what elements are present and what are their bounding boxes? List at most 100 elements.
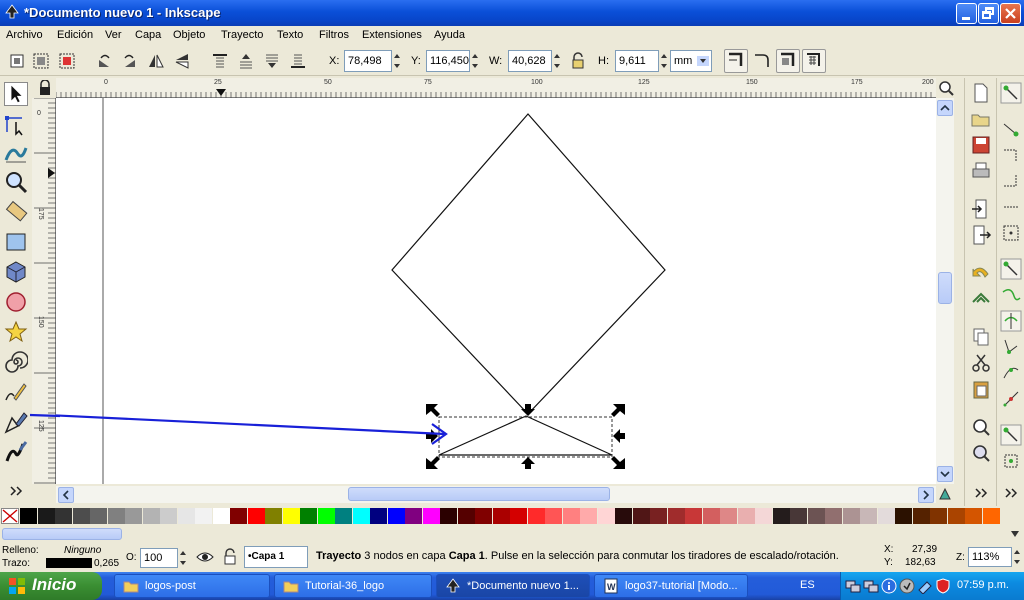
color-swatch[interactable] bbox=[632, 508, 650, 524]
box3d-tool-icon[interactable] bbox=[4, 260, 28, 284]
snap-enable-icon[interactable] bbox=[1000, 82, 1022, 104]
palette-menu-icon[interactable] bbox=[1008, 528, 1022, 540]
y-input[interactable]: 116,450 bbox=[426, 50, 470, 72]
undo-icon[interactable] bbox=[970, 262, 992, 284]
zoom-fit-icon[interactable] bbox=[938, 80, 954, 96]
paste-icon[interactable] bbox=[970, 378, 992, 400]
start-button[interactable]: Inicio bbox=[0, 572, 102, 600]
color-swatch[interactable] bbox=[300, 508, 317, 524]
color-swatch[interactable] bbox=[860, 508, 877, 524]
select-all-icon[interactable] bbox=[8, 52, 26, 70]
color-swatch[interactable] bbox=[737, 508, 755, 524]
task-tutorial-36-logo[interactable]: Tutorial-36_logo bbox=[274, 574, 432, 598]
color-swatch[interactable] bbox=[947, 508, 965, 524]
color-swatch[interactable] bbox=[37, 508, 55, 524]
color-swatch[interactable] bbox=[317, 508, 335, 524]
deselect-icon[interactable] bbox=[58, 52, 76, 70]
snap-nodes-icon[interactable] bbox=[1000, 258, 1022, 280]
tweak-tool-icon[interactable] bbox=[4, 140, 28, 164]
ellipse-tool-icon[interactable] bbox=[4, 290, 28, 314]
color-swatch[interactable] bbox=[247, 508, 265, 524]
antivirus-icon[interactable] bbox=[899, 578, 915, 594]
flip-horizontal-icon[interactable] bbox=[147, 52, 165, 70]
vertical-ruler[interactable]: 0 175 150 125 bbox=[32, 98, 56, 484]
scroll-right-button[interactable] bbox=[918, 487, 934, 503]
star-tool-icon[interactable] bbox=[4, 320, 28, 344]
more-tools-icon[interactable] bbox=[10, 486, 24, 496]
import-icon[interactable] bbox=[970, 198, 992, 220]
horizontal-ruler[interactable]: 0 25 50 75 100 125 150 175 200 bbox=[56, 78, 936, 98]
horizontal-scroll-thumb[interactable] bbox=[348, 487, 610, 501]
snap-bbox-center-icon[interactable] bbox=[1000, 222, 1022, 244]
color-swatch[interactable] bbox=[90, 508, 107, 524]
color-swatch[interactable] bbox=[790, 508, 807, 524]
color-swatch[interactable] bbox=[422, 508, 440, 524]
color-swatch[interactable] bbox=[370, 508, 387, 524]
lower-icon[interactable] bbox=[263, 52, 281, 70]
copy-icon[interactable] bbox=[970, 326, 992, 348]
spiral-tool-icon[interactable] bbox=[4, 350, 28, 374]
minimize-button[interactable] bbox=[956, 3, 977, 24]
color-swatch[interactable] bbox=[142, 508, 160, 524]
h-spin-arrows-icon[interactable] bbox=[659, 50, 669, 72]
color-swatch[interactable] bbox=[212, 508, 230, 524]
color-swatch[interactable] bbox=[667, 508, 685, 524]
color-swatch[interactable] bbox=[877, 508, 895, 524]
task-word-document[interactable]: W logo37-tutorial [Modo... bbox=[594, 574, 748, 598]
color-swatch[interactable] bbox=[72, 508, 90, 524]
selector-tool-icon[interactable] bbox=[4, 82, 28, 106]
snap-paths-icon[interactable] bbox=[1000, 284, 1022, 306]
task-logos-post[interactable]: logos-post bbox=[114, 574, 270, 598]
rotate-cw-icon[interactable] bbox=[121, 52, 139, 70]
palette-scrollbar[interactable] bbox=[0, 526, 1024, 542]
redo-icon[interactable] bbox=[970, 288, 992, 310]
cut-icon[interactable] bbox=[970, 352, 992, 374]
color-swatch[interactable] bbox=[55, 508, 72, 524]
move-gradients-toggle[interactable] bbox=[776, 49, 800, 73]
color-swatch[interactable] bbox=[615, 508, 632, 524]
color-swatch[interactable] bbox=[440, 508, 457, 524]
scroll-down-button[interactable] bbox=[937, 466, 953, 482]
scale-corners-toggle[interactable] bbox=[750, 49, 774, 73]
color-swatch[interactable] bbox=[387, 508, 405, 524]
color-swatch[interactable] bbox=[930, 508, 947, 524]
color-swatch[interactable] bbox=[825, 508, 842, 524]
move-patterns-toggle[interactable] bbox=[802, 49, 826, 73]
zoom-input[interactable]: 113% bbox=[968, 547, 1012, 567]
raise-to-top-icon[interactable] bbox=[211, 52, 229, 70]
color-swatch[interactable] bbox=[527, 508, 545, 524]
color-swatch[interactable] bbox=[562, 508, 580, 524]
color-swatch[interactable] bbox=[545, 508, 562, 524]
x-input[interactable]: 78,498 bbox=[344, 50, 392, 72]
network-icon[interactable] bbox=[863, 578, 879, 594]
w-input[interactable]: 40,628 bbox=[508, 50, 552, 72]
color-swatch[interactable] bbox=[475, 508, 492, 524]
color-swatch[interactable] bbox=[510, 508, 527, 524]
lower-to-bottom-icon[interactable] bbox=[289, 52, 307, 70]
selection-handles[interactable] bbox=[426, 404, 625, 469]
color-swatch[interactable] bbox=[912, 508, 930, 524]
x-spin-arrows-icon[interactable] bbox=[392, 50, 402, 72]
snap-rotation-center-icon[interactable] bbox=[1000, 450, 1022, 472]
menu-edicion[interactable]: Edición bbox=[57, 29, 93, 41]
color-swatch[interactable] bbox=[720, 508, 737, 524]
more-commands-icon[interactable] bbox=[975, 488, 989, 498]
pen-tool-icon[interactable] bbox=[4, 410, 28, 434]
task-inkscape[interactable]: *Documento nuevo 1... bbox=[436, 574, 590, 598]
horizontal-scrollbar[interactable] bbox=[56, 486, 936, 503]
menu-filtros[interactable]: Filtros bbox=[319, 29, 349, 41]
maximize-button[interactable] bbox=[978, 3, 999, 24]
layer-lock-icon[interactable] bbox=[222, 548, 238, 566]
calligraphy-tool-icon[interactable] bbox=[4, 440, 28, 464]
menu-texto[interactable]: Texto bbox=[277, 29, 303, 41]
export-icon[interactable] bbox=[970, 224, 992, 246]
color-swatch[interactable] bbox=[965, 508, 982, 524]
color-swatch[interactable] bbox=[580, 508, 597, 524]
h-input[interactable]: 9,611 bbox=[615, 50, 659, 72]
color-swatch[interactable] bbox=[772, 508, 790, 524]
vertical-scroll-thumb[interactable] bbox=[938, 272, 952, 304]
color-swatch[interactable] bbox=[405, 508, 422, 524]
menu-ver[interactable]: Ver bbox=[105, 29, 122, 41]
snap-bbox-edge-icon[interactable] bbox=[1000, 144, 1022, 166]
color-swatch[interactable] bbox=[230, 508, 247, 524]
